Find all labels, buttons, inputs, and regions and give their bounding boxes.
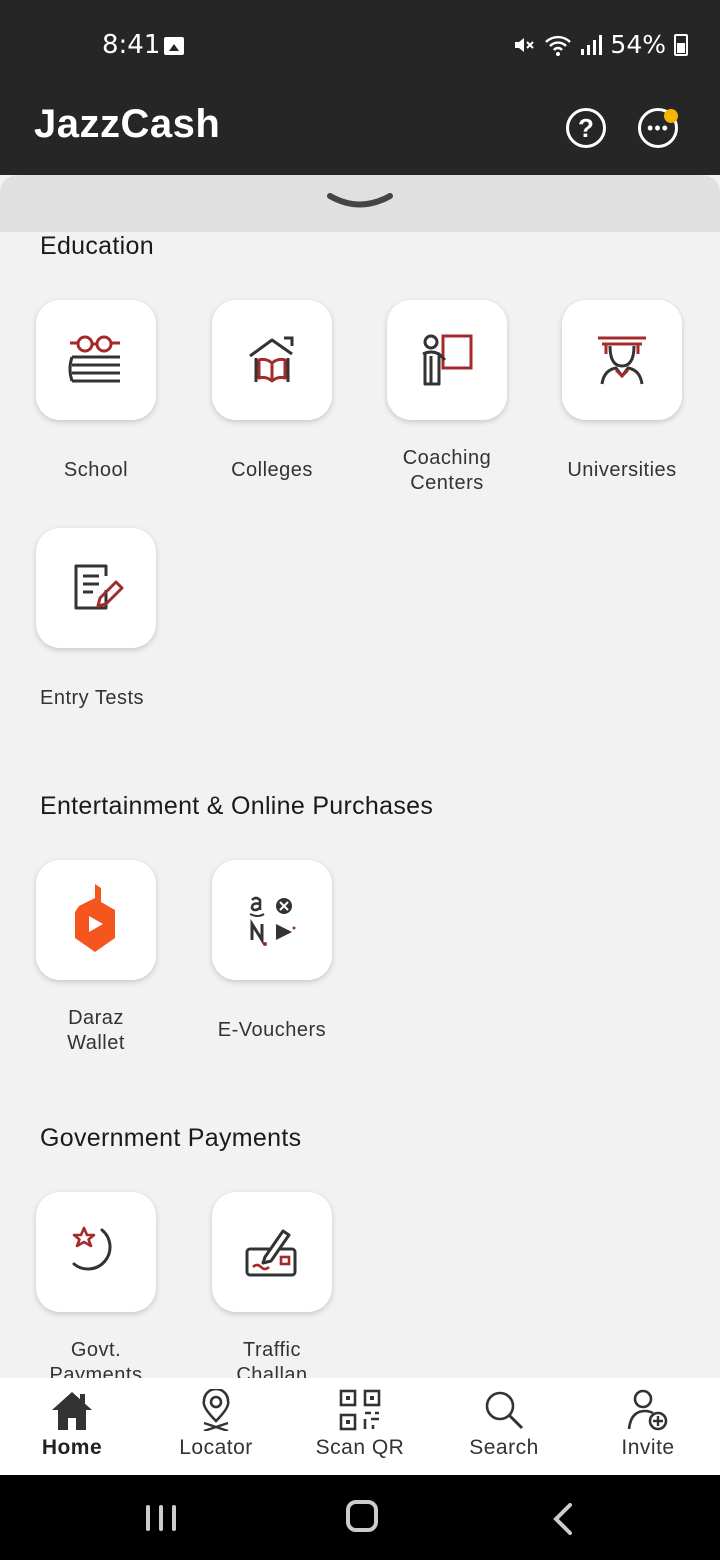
college-icon	[249, 336, 294, 383]
notification-dot	[664, 109, 678, 123]
system-nav-bar	[0, 1475, 720, 1560]
bottom-nav: Home Locator Scan QR Search Invite	[0, 1378, 720, 1475]
status-indicators: 54%	[512, 30, 688, 59]
tile-label: Entry Tests	[40, 687, 145, 709]
help-button[interactable]: ?	[566, 108, 606, 148]
tile-icon-box	[36, 860, 156, 980]
home-icon	[52, 1392, 92, 1430]
tile-label: Daraz Wallet	[8, 1006, 184, 1056]
tile-label: Universities	[567, 459, 677, 481]
back-button[interactable]	[552, 1503, 574, 1535]
sheet-collapse-handle[interactable]	[0, 175, 720, 232]
app-title: JazzCash	[34, 102, 221, 146]
section-title-education: Education	[40, 232, 154, 260]
tile-label-line: Daraz	[68, 1007, 124, 1029]
nav-locator[interactable]: Locator	[144, 1378, 288, 1475]
nav-invite[interactable]: Invite	[576, 1378, 720, 1475]
tile-universities[interactable]: Universities	[534, 300, 710, 483]
school-icon	[68, 335, 120, 383]
tile-label-line: Challan	[236, 1364, 308, 1378]
section-title-entertainment: Entertainment & Online Purchases	[40, 792, 434, 820]
home-button[interactable]	[346, 1500, 378, 1532]
app-header: JazzCash ? •••	[0, 92, 720, 175]
tile-icon-box	[212, 1192, 332, 1312]
tile-icon-box	[212, 860, 332, 980]
status-time: 8:41	[102, 30, 161, 60]
mute-icon	[515, 37, 535, 52]
tile-icon-box	[212, 300, 332, 420]
tile-label: Colleges	[231, 459, 313, 481]
location-pin-icon	[202, 1389, 230, 1431]
evouchers-icon	[249, 896, 296, 946]
entry-test-icon	[74, 564, 124, 610]
battery-percent: 54%	[610, 30, 666, 59]
recent-apps-button[interactable]	[146, 1505, 176, 1531]
nav-label: Search	[469, 1436, 539, 1459]
university-icon	[598, 336, 646, 385]
tile-label-line: Traffic	[243, 1339, 301, 1361]
nav-search[interactable]: Search	[432, 1378, 576, 1475]
add-user-icon	[627, 1389, 668, 1431]
tile-label-line: Coaching	[402, 447, 492, 469]
nav-label: Scan QR	[315, 1436, 405, 1459]
traffic-challan-icon	[245, 1229, 297, 1277]
help-icon: ?	[578, 112, 594, 143]
wifi-icon	[545, 35, 572, 56]
tile-daraz-wallet[interactable]: Daraz Wallet	[8, 860, 184, 1056]
tile-label-line: Centers	[410, 472, 484, 494]
tile-traffic-challan[interactable]: Traffic Challan	[184, 1192, 360, 1378]
tile-coaching-centers[interactable]: Coaching Centers	[359, 300, 535, 496]
nav-home[interactable]: Home	[0, 1378, 144, 1475]
tile-label: School	[63, 459, 129, 481]
screen: 8:41 54% JazzCash ? ••• Education School…	[0, 0, 720, 1560]
tile-label-line: Payments	[49, 1364, 143, 1378]
govt-payments-icon	[72, 1226, 112, 1271]
tile-label: Traffic Challan	[184, 1338, 360, 1378]
tile-label: Coaching Centers	[359, 446, 535, 496]
tile-icon-box	[36, 300, 156, 420]
daraz-icon	[75, 884, 115, 952]
tile-label: Govt. Payments	[8, 1338, 184, 1378]
services-list: Education School Colleges Coaching Cente…	[0, 232, 720, 1378]
nav-label: Locator	[179, 1436, 253, 1459]
nav-label: Invite	[621, 1436, 675, 1459]
tile-colleges[interactable]: Colleges	[184, 300, 360, 483]
tile-icon-box	[562, 300, 682, 420]
tile-label-line: Govt.	[70, 1339, 122, 1361]
nav-label: Home	[41, 1436, 103, 1459]
more-icon: •••	[647, 118, 669, 138]
tile-icon-box	[36, 1192, 156, 1312]
tile-school[interactable]: School	[8, 300, 184, 483]
tile-e-vouchers[interactable]: E-Vouchers	[184, 860, 360, 1043]
section-title-government: Government Payments	[40, 1124, 302, 1152]
tile-label: E-Vouchers	[217, 1019, 327, 1041]
tile-icon-box	[387, 300, 507, 420]
nav-scan-qr[interactable]: Scan QR	[288, 1378, 432, 1475]
battery-icon	[674, 33, 688, 56]
signal-icon	[581, 34, 603, 55]
search-icon	[485, 1391, 524, 1430]
chevron-down-icon	[327, 193, 393, 208]
tile-entry-tests[interactable]: Entry Tests	[8, 528, 184, 711]
tile-icon-box	[36, 528, 156, 648]
tile-govt-payments[interactable]: Govt. Payments	[8, 1192, 184, 1378]
qr-code-icon	[339, 1389, 381, 1431]
tile-label-line: Wallet	[67, 1032, 125, 1054]
status-bar: 8:41 54%	[0, 0, 720, 92]
image-notification-icon	[164, 37, 184, 55]
coaching-icon	[422, 334, 473, 386]
